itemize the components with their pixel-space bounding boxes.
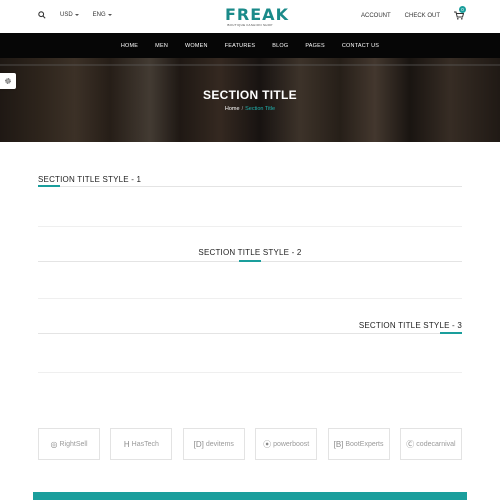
section-title-style-3: SECTION TITLE STYLE - 3 [38,321,462,336]
hero-banner: SECTION TITLE Home / Section Title [0,58,500,142]
cart-count-badge: 0 [459,6,466,13]
account-link[interactable]: ACCOUNT [361,13,391,19]
section-accent-bar [38,185,60,187]
brand-logo[interactable]: [D] devitems [182,428,245,460]
breadcrumb: Home / Section Title [0,106,500,112]
section-heading: SECTION TITLE STYLE - 1 [38,175,142,184]
nav-list: HOME MEN WOMEN FEATURES BLOG PAGES CONTACT US [112,43,387,49]
top-bar: USD ENG FREAK BOUTIQUE FASHION SHOP ACCO… [0,0,500,33]
brand-logo-strip: ◎ RightSell H HasTech [D] devitems ⦿ powerboost… [38,428,462,460]
section-heading: SECTION TITLE STYLE - 2 [198,248,302,257]
powerboost-logo-icon: ⦿ [263,439,272,449]
section-accent-bar [440,332,462,334]
section-title-style-1: SECTION TITLE STYLE - 1 [38,175,462,187]
brand-logo[interactable]: Ⓒcodecarnival [399,428,462,460]
brand-name: BootExperts [345,440,384,448]
breadcrumb-separator: / [241,106,244,112]
nav-item-blog[interactable]: BLOG [264,43,297,49]
brand-logo[interactable]: [B] BootExperts [327,428,390,460]
nav-item-men[interactable]: MEN [147,43,177,49]
section-accent-bar [239,260,261,262]
brand-name: HasTech [131,440,159,448]
checkout-link[interactable]: CHECK OUT [405,13,440,19]
chevron-down-icon [107,14,112,16]
search-icon[interactable] [38,11,46,19]
codecarnival-logo-icon: Ⓒ [406,439,415,449]
main-navigation: HOME MEN WOMEN FEATURES BLOG PAGES CONTACT US [0,33,500,58]
chevron-down-icon [74,14,79,16]
nav-item-women[interactable]: WOMEN [177,43,217,49]
page-title: SECTION TITLE [203,88,297,102]
cart-button[interactable]: 0 [454,6,466,20]
brand-name: RightSell [59,440,88,448]
brand-logo[interactable]: ⦿ powerboost [255,428,318,460]
currency-selector[interactable]: USD [60,12,79,18]
top-bar-left: USD ENG [38,11,112,19]
language-selector[interactable]: ENG [93,12,112,18]
section-divider [38,226,462,227]
section-underline [38,333,462,334]
rightsell-logo-icon: ◎ [50,439,58,449]
bootexperts-logo-icon: [B] [333,439,344,449]
section-divider [38,298,462,299]
brand-logo[interactable]: ◎ RightSell [38,428,100,460]
site-logo[interactable]: FREAK BOUTIQUE FASHION SHOP [225,5,289,28]
section-heading: SECTION TITLE STYLE - 3 [358,321,462,330]
logo-tagline: BOUTIQUE FASHION SHOP [227,23,273,27]
currency-label: USD [60,12,73,18]
nav-item-contact-us[interactable]: CONTACT US [333,43,387,49]
devitems-logo-icon: [D] [193,439,204,449]
settings-button[interactable] [0,73,16,89]
section-divider [38,372,462,373]
nav-item-features[interactable]: FEATURES [216,43,264,49]
hastech-logo-icon: H [123,439,130,449]
gear-icon [5,78,11,84]
brand-name: powerboost [273,440,310,448]
section-underline [38,186,462,187]
nav-item-home[interactable]: HOME [112,43,146,49]
breadcrumb-current: Section Title [245,106,276,112]
brand-name: devitems [205,440,234,448]
breadcrumb-home[interactable]: Home [225,106,240,112]
nav-item-pages[interactable]: PAGES [297,43,334,49]
language-label: ENG [92,12,106,18]
section-title-style-2: SECTION TITLE STYLE - 2 [38,248,462,263]
top-bar-right: ACCOUNT CHECK OUT 0 [361,6,466,20]
brand-name: codecarnival [416,440,456,448]
logo-name: FREAK [225,5,289,24]
brand-logo[interactable]: H HasTech [110,428,173,460]
footer-bar [33,492,467,500]
